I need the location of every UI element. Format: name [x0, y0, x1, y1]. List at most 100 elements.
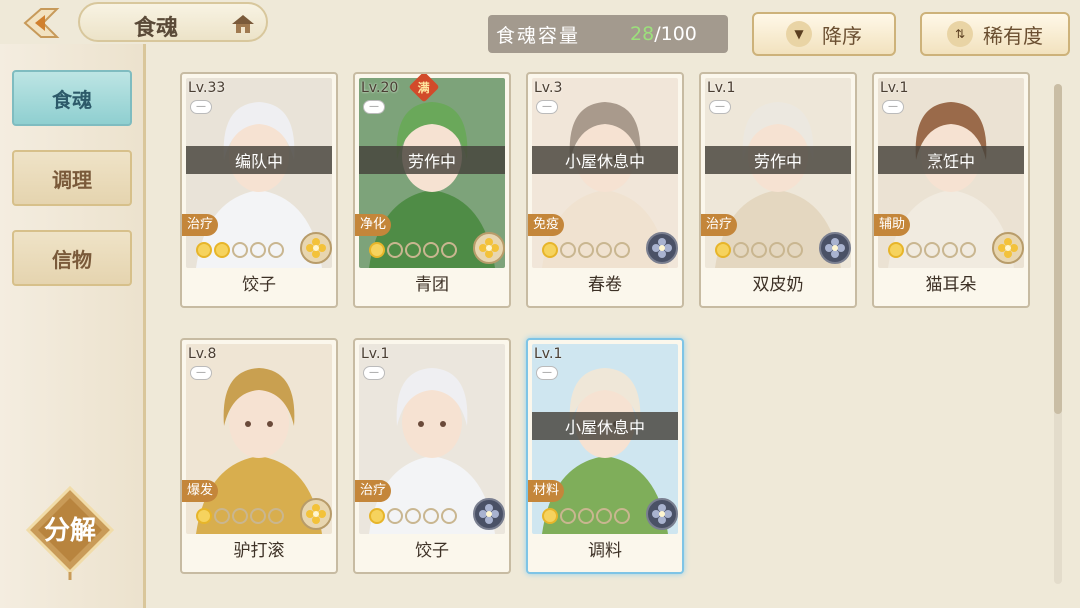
- star-icon: [268, 242, 284, 258]
- star-icon: [423, 242, 439, 258]
- food-soul-card[interactable]: Lv.8 — 爆发 驴打滚: [180, 338, 338, 574]
- sort-order-button[interactable]: ▼ 降序: [752, 12, 896, 56]
- element-flower-icon: [300, 498, 332, 530]
- element-flower-icon: [646, 498, 678, 530]
- role-badge: 爆发: [182, 480, 219, 502]
- level-label: Lv.1: [880, 80, 909, 96]
- star-rating: [196, 508, 284, 524]
- role-badge: 辅助: [874, 214, 911, 236]
- star-icon: [214, 242, 230, 258]
- role-badge: 免疫: [528, 214, 565, 236]
- character-name: 青团: [415, 275, 449, 295]
- capacity-display: 食魂容量 28 /100: [488, 15, 728, 53]
- title-plate: 食魂: [78, 2, 268, 42]
- food-soul-card[interactable]: Lv.3 — 小屋休息中 免疫 春卷: [526, 72, 684, 308]
- star-rating: [715, 242, 803, 258]
- food-soul-grid: Lv.33 — 编队中 治疗 饺子 Lv.20 — 满 劳作中 净化 青团 Lv…: [180, 72, 1040, 582]
- star-icon: [232, 242, 248, 258]
- status-banner: 劳作中: [705, 146, 851, 174]
- scrollbar[interactable]: [1054, 84, 1062, 584]
- food-soul-card[interactable]: Lv.33 — 编队中 治疗 饺子: [180, 72, 338, 308]
- level-label: Lv.33: [188, 80, 226, 96]
- character-name: 春卷: [588, 275, 622, 295]
- star-icon: [560, 242, 576, 258]
- star-icon: [542, 242, 558, 258]
- status-banner: 小屋休息中: [532, 146, 678, 174]
- level-label: Lv.1: [361, 346, 390, 362]
- sort-key-button[interactable]: ⇅ 稀有度: [920, 12, 1070, 56]
- home-icon[interactable]: [230, 12, 256, 36]
- star-icon: [578, 242, 594, 258]
- role-badge: 净化: [355, 214, 392, 236]
- role-badge: 治疗: [701, 214, 738, 236]
- character-name: 调料: [588, 541, 622, 561]
- food-soul-card[interactable]: Lv.1 — 治疗 饺子: [353, 338, 511, 574]
- back-arrow-icon: [23, 8, 60, 38]
- element-flower-icon: [819, 232, 851, 264]
- star-icon: [614, 242, 630, 258]
- star-icon: [214, 508, 230, 524]
- scroll-thumb[interactable]: [1054, 84, 1062, 414]
- role-badge: 材料: [528, 480, 565, 502]
- star-icon: [250, 242, 266, 258]
- character-name: 饺子: [242, 275, 276, 295]
- tab-label: 食魂: [52, 87, 92, 112]
- lock-icon[interactable]: —: [363, 366, 385, 380]
- decompose-label: 分解: [43, 516, 96, 546]
- chevron-down-icon: ▼: [786, 21, 812, 47]
- lock-icon[interactable]: —: [536, 366, 558, 380]
- star-icon: [614, 508, 630, 524]
- star-rating: [196, 242, 284, 258]
- lock-icon[interactable]: —: [190, 100, 212, 114]
- star-icon: [715, 242, 731, 258]
- level-label: Lv.8: [188, 346, 217, 362]
- star-icon: [196, 242, 212, 258]
- food-soul-card[interactable]: Lv.1 — 烹饪中 辅助 猫耳朵: [872, 72, 1030, 308]
- star-rating: [369, 508, 457, 524]
- character-name: 双皮奶: [752, 275, 804, 295]
- status-banner: 编队中: [186, 146, 332, 174]
- food-soul-card[interactable]: Lv.1 — 小屋休息中 材料 调料: [526, 338, 684, 574]
- lock-icon[interactable]: —: [882, 100, 904, 114]
- food-soul-card[interactable]: Lv.20 — 满 劳作中 净化 青团: [353, 72, 511, 308]
- star-icon: [787, 242, 803, 258]
- status-banner: 小屋休息中: [532, 412, 678, 440]
- tab-cooking[interactable]: 调理: [12, 150, 132, 206]
- tab-tokens[interactable]: 信物: [12, 230, 132, 286]
- star-icon: [578, 508, 594, 524]
- level-label: Lv.20: [361, 80, 399, 96]
- star-icon: [196, 508, 212, 524]
- star-icon: [250, 508, 266, 524]
- star-icon: [369, 508, 385, 524]
- lock-icon[interactable]: —: [363, 100, 385, 114]
- star-icon: [441, 508, 457, 524]
- star-rating: [888, 242, 976, 258]
- lock-icon[interactable]: —: [709, 100, 731, 114]
- star-icon: [596, 508, 612, 524]
- tab-label: 调理: [52, 167, 92, 192]
- star-icon: [733, 242, 749, 258]
- tab-food-souls[interactable]: 食魂: [12, 70, 132, 126]
- element-flower-icon: [300, 232, 332, 264]
- star-icon: [596, 242, 612, 258]
- food-soul-card[interactable]: Lv.1 — 劳作中 治疗 双皮奶: [699, 72, 857, 308]
- lock-icon[interactable]: —: [190, 366, 212, 380]
- capacity-label: 食魂容量: [496, 24, 581, 47]
- top-bar: 食魂 食魂容量 28 /100 ▼ 降序 ⇅ 稀有度: [0, 0, 1080, 56]
- status-banner: 劳作中: [359, 146, 505, 174]
- status-banner: 烹饪中: [878, 146, 1024, 174]
- capacity-current: 28: [630, 23, 655, 45]
- element-flower-icon: [992, 232, 1024, 264]
- star-icon: [960, 242, 976, 258]
- level-label: Lv.3: [534, 80, 563, 96]
- back-button[interactable]: [18, 6, 64, 40]
- star-icon: [888, 242, 904, 258]
- swap-arrows-icon: ⇅: [947, 21, 973, 47]
- lock-icon[interactable]: —: [536, 100, 558, 114]
- star-icon: [542, 508, 558, 524]
- star-icon: [369, 242, 385, 258]
- page-title: 食魂: [134, 15, 179, 41]
- star-rating: [369, 242, 457, 258]
- element-flower-icon: [473, 498, 505, 530]
- star-icon: [405, 242, 421, 258]
